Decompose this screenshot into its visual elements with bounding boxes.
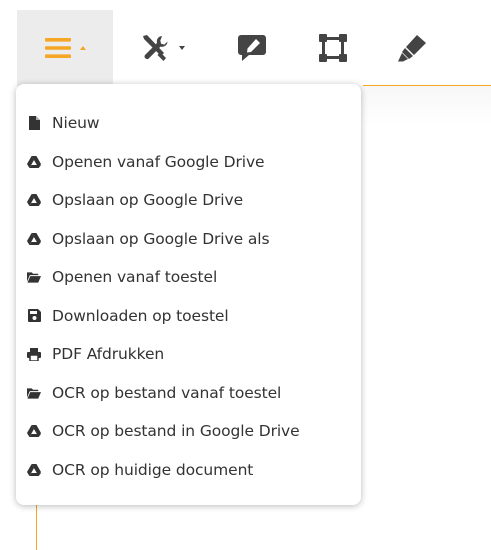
menu-item-save-google-drive[interactable]: Opslaan op Google Drive [16, 181, 361, 220]
menu-item-label: Opslaan op Google Drive als [52, 229, 270, 248]
menu-item-label: Openen vanaf Google Drive [52, 152, 265, 171]
toolbar-accent-line [363, 85, 491, 86]
menu-item-ocr-google-drive[interactable]: OCR op bestand in Google Drive [16, 412, 361, 451]
document-margin-line [36, 505, 37, 550]
comment-edit-icon [238, 35, 266, 61]
menu-button[interactable] [17, 10, 113, 86]
menu-item-download-device[interactable]: Downloaden op toestel [16, 297, 361, 336]
file-icon [27, 116, 41, 131]
google-drive-icon [27, 155, 41, 169]
menu-item-open-google-drive[interactable]: Openen vanaf Google Drive [16, 143, 361, 182]
document-header-band [360, 86, 491, 126]
folder-open-icon [27, 270, 41, 284]
file-menu-dropdown: Nieuw Openen vanaf Google Drive Opslaan … [16, 84, 361, 505]
comment-edit-button[interactable] [232, 10, 272, 86]
menu-item-label: OCR op bestand vanaf toestel [52, 383, 282, 402]
tools-icon [142, 35, 167, 61]
menu-item-new[interactable]: Nieuw [16, 104, 361, 143]
menu-item-label: Nieuw [52, 114, 100, 133]
tools-button[interactable] [132, 10, 192, 86]
caret-up-icon [79, 46, 86, 50]
menu-item-save-google-drive-as[interactable]: Opslaan op Google Drive als [16, 220, 361, 259]
menu-item-ocr-current-document[interactable]: OCR op huidige document [16, 451, 361, 490]
google-drive-icon [27, 424, 41, 438]
menu-item-label: OCR op huidige document [52, 460, 254, 479]
menu-item-label: OCR op bestand in Google Drive [52, 422, 300, 441]
menu-item-print-pdf[interactable]: PDF Afdrukken [16, 335, 361, 374]
menu-item-open-device[interactable]: Openen vanaf toestel [16, 258, 361, 297]
menu-item-label: Openen vanaf toestel [52, 268, 218, 287]
toolbar [0, 0, 491, 86]
menu-item-label: Opslaan op Google Drive [52, 191, 244, 210]
highlighter-icon [398, 35, 426, 62]
google-drive-icon [27, 463, 41, 477]
hamburger-icon [44, 38, 71, 58]
menu-item-label: Downloaden op toestel [52, 306, 229, 325]
vector-square-icon [319, 34, 347, 62]
print-icon [27, 347, 41, 361]
menu-item-label: PDF Afdrukken [52, 345, 165, 364]
save-icon [27, 309, 41, 323]
google-drive-icon [27, 193, 41, 207]
caret-down-icon [178, 46, 185, 50]
highlighter-button[interactable] [392, 10, 432, 86]
google-drive-icon [27, 232, 41, 246]
menu-item-ocr-device[interactable]: OCR op bestand vanaf toestel [16, 374, 361, 413]
folder-open-icon [27, 386, 41, 400]
frame-button[interactable] [313, 10, 353, 86]
